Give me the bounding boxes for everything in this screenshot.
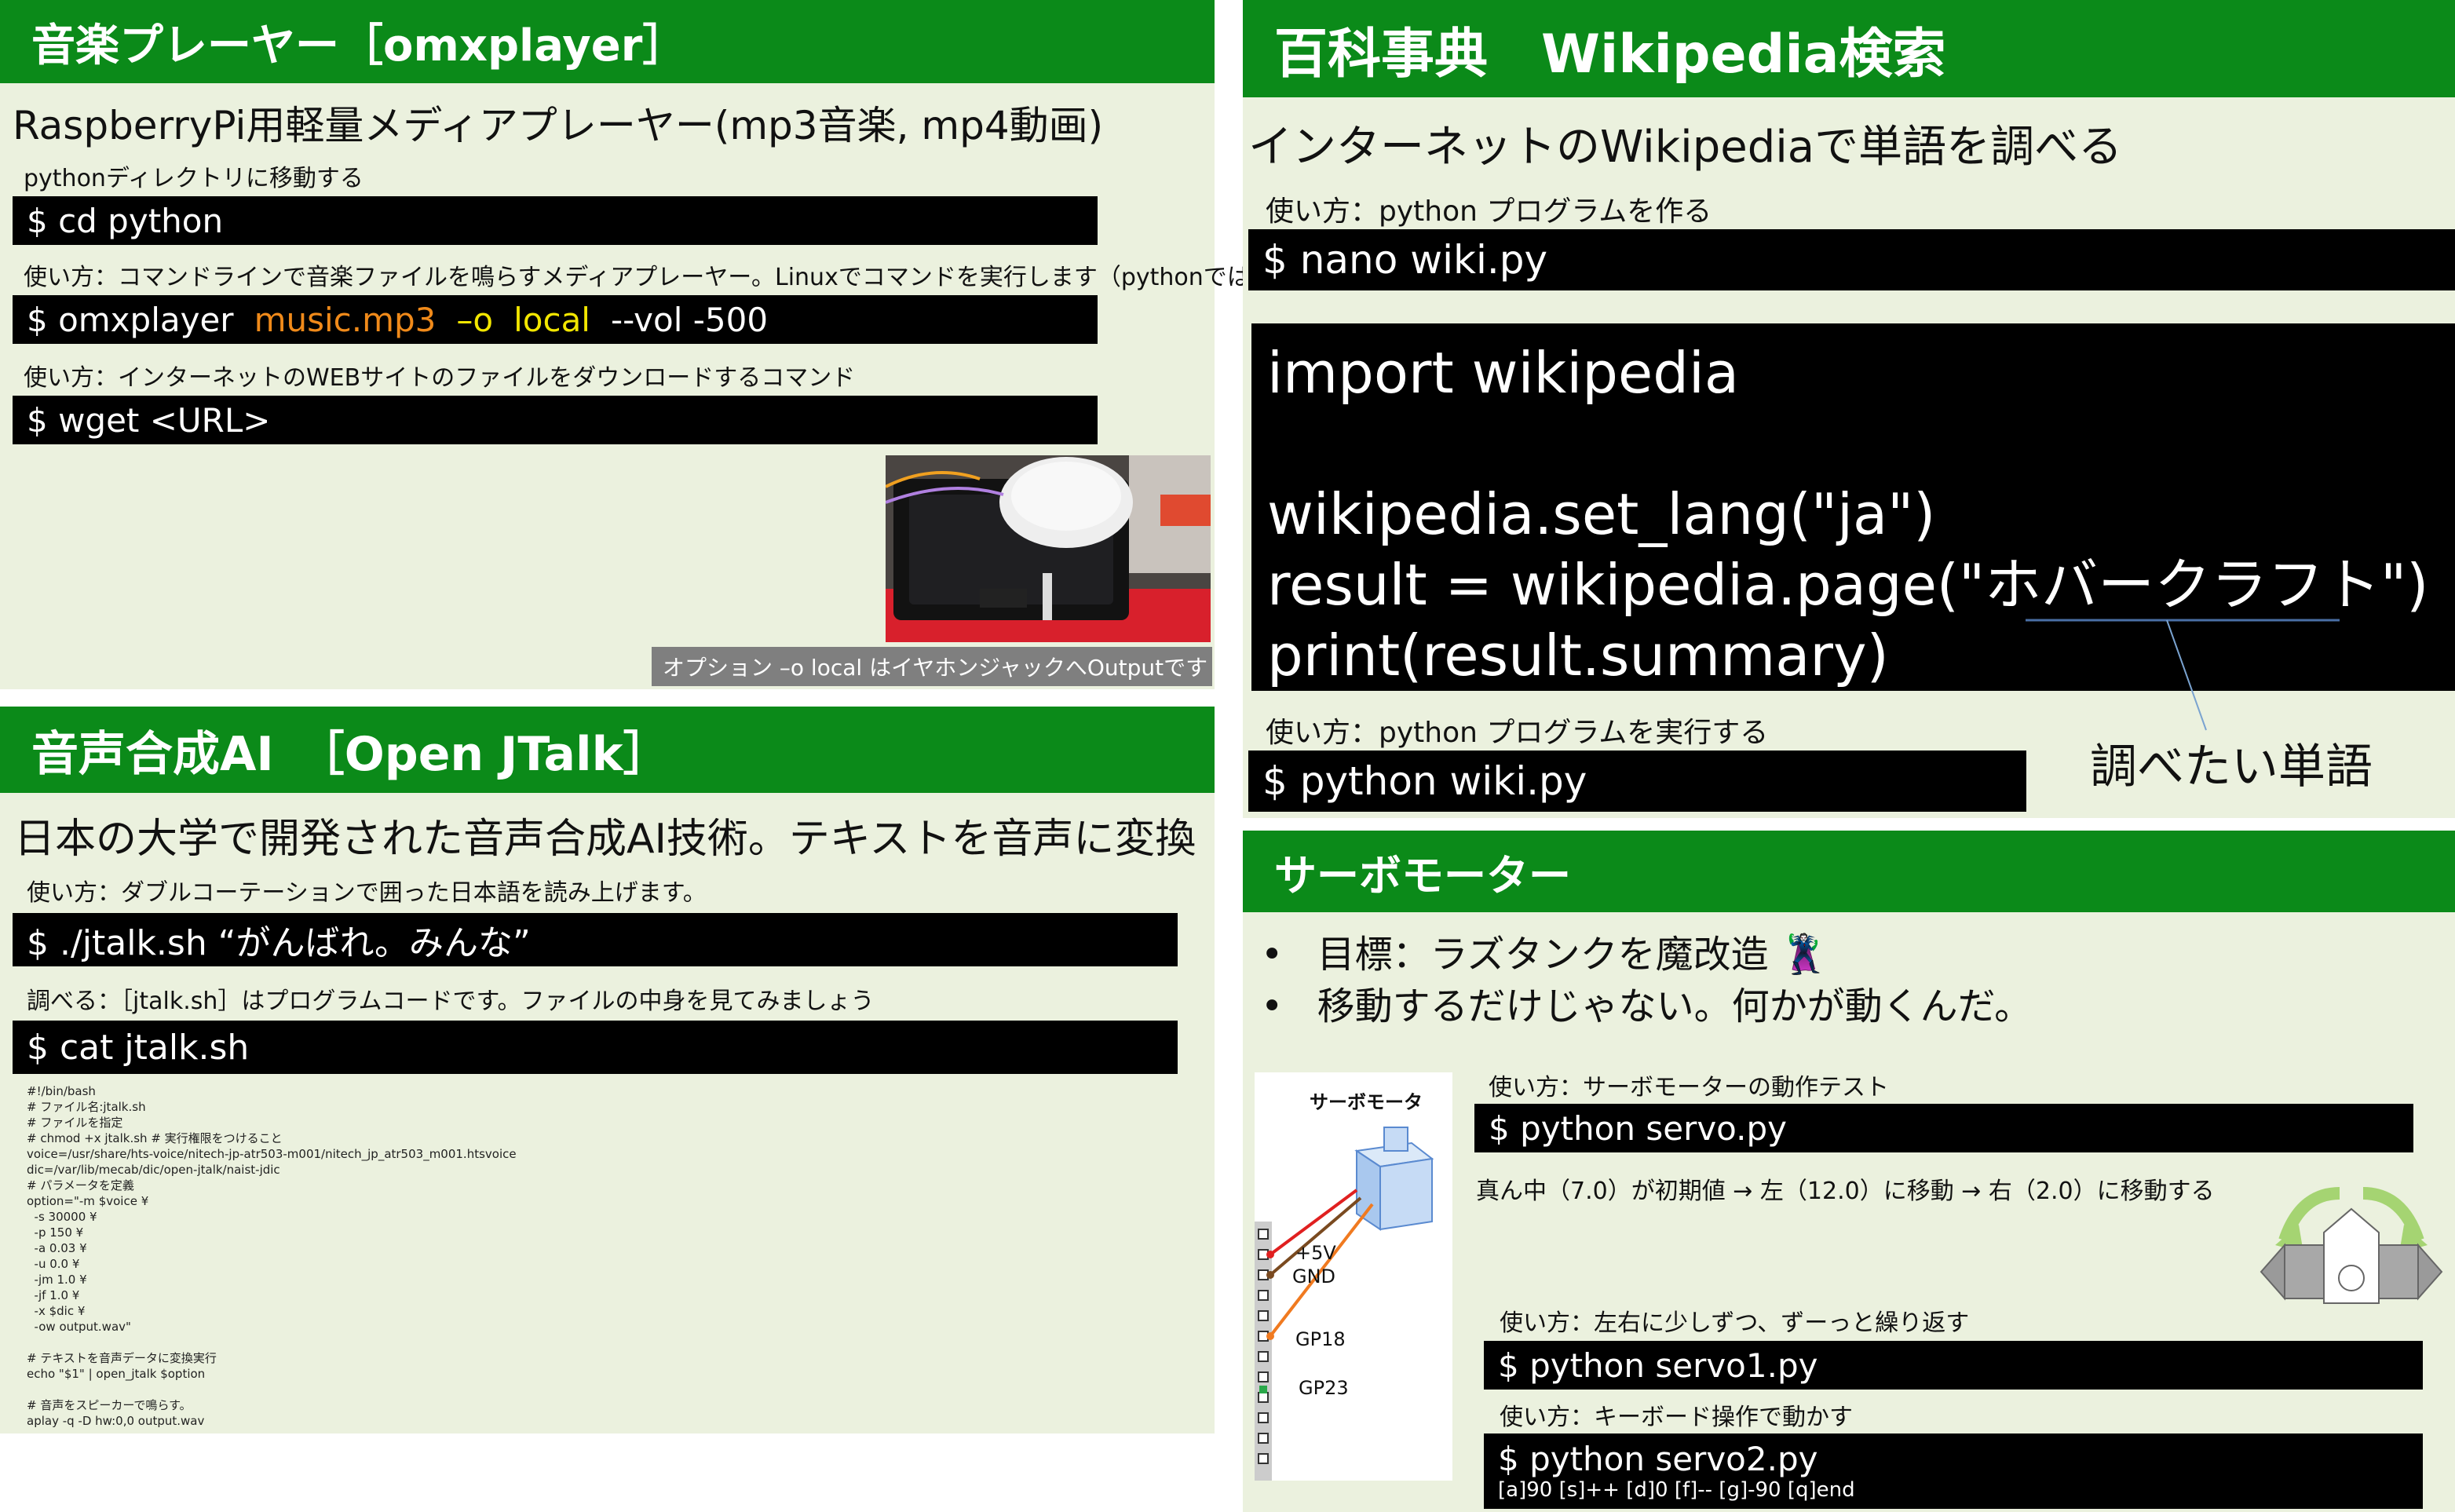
cmd-servo1-text: $ python servo1.py — [1498, 1346, 1818, 1385]
cmd-servo[interactable]: $ python servo.py — [1474, 1104, 2413, 1152]
pin-label-gp18: GP18 — [1295, 1328, 1346, 1350]
servo-rotation-icon — [2260, 1187, 2443, 1304]
wiki-callout-label: 調べたい単語 — [2090, 740, 2373, 794]
wiki-title: 百科事典 Wikipedia検索 — [1274, 23, 1946, 86]
jtalk-script-listing: #!/bin/bash # ファイル名:jtalk.sh # ファイルを指定 #… — [27, 1084, 517, 1428]
servo-bullet-1-text: 目標：ラズタンクを魔改造 🦹 — [1317, 933, 1828, 977]
cmd-cd-python[interactable]: $ cd python — [13, 196, 1098, 245]
cmd-servo1[interactable]: $ python servo1.py — [1484, 1341, 2423, 1390]
cmd-omxplayer-file: music.mp3 — [254, 300, 437, 339]
bullet-dot-icon: • — [1261, 933, 1284, 977]
servo-wiring-diagram: サーボモータ +5V GND GP18 GP23 — [1255, 1072, 1452, 1481]
cmd-cat-jtalk-text: $ cat jtalk.sh — [27, 1027, 250, 1068]
cmd-omxplayer-rest: --vol -500 — [610, 300, 769, 339]
omxplayer-note-cd: pythonディレクトリに移動する — [24, 165, 364, 192]
omxplayer-note-usage: 使い方：コマンドラインで音楽ファイルを鳴らすメディアプレーヤー。Linuxでコマ… — [24, 264, 1321, 291]
code-line-import: import wikipedia — [1267, 340, 1740, 406]
servo-bullet-2-text: 移動するだけじゃない。何かが動くんだ。 — [1317, 984, 2033, 1028]
cmd-omxplayer-prefix: $ omxplayer — [27, 300, 234, 339]
omxplayer-desc: RaspberryPi用軽量メディアプレーヤー(mp3音楽, mp4動画) — [13, 103, 1104, 148]
diagram-graphics — [1255, 1127, 1434, 1481]
servo-note-loop: 使い方：左右に少しずつ、ずーっと繰り返す — [1500, 1309, 1970, 1337]
wiki-note-nano: 使い方：python プログラムを作る — [1266, 195, 1712, 228]
cmd-nano-wiki-text: $ nano wiki.py — [1262, 237, 1548, 283]
servo-bullet-1: • 目標：ラズタンクを魔改造 🦹 — [1261, 923, 1828, 978]
omxplayer-note-wget: 使い方：インターネットのWEBサイトのファイルをダウンロードするコマンド — [24, 364, 856, 392]
wiki-note-run: 使い方：python プログラムを実行する — [1266, 717, 1769, 749]
cmd-omxplayer-local: local — [513, 300, 590, 339]
code-line-result: result = wikipedia.page("ホバークラフト") — [1267, 552, 2429, 618]
bullet-dot-icon: • — [1261, 984, 1284, 1028]
cmd-servo2[interactable]: $ python servo2.py [a]90 [s]++ [d]0 [f]-… — [1484, 1433, 2423, 1509]
jtalk-note-cat: 調べる：［jtalk.sh］はプログラムコードです。ファイルの中身を見てみましょ… — [27, 988, 875, 1015]
servo-desc-test: 真ん中（7.0）が初期値 → 左（12.0）に移動 → 右（2.0）に移動する — [1476, 1178, 2215, 1205]
cmd-omxplayer-opt: –o — [456, 300, 494, 339]
cmd-jtalk-text: $ ./jtalk.sh “がんばれ。みんな” — [27, 923, 531, 963]
wiki-desc: インターネットのWikipediaで単語を調べる — [1248, 122, 2123, 173]
cmd-jtalk[interactable]: $ ./jtalk.sh “がんばれ。みんな” — [13, 913, 1178, 966]
cmd-servo-text: $ python servo.py — [1489, 1108, 1788, 1148]
photo-illustration — [886, 455, 1211, 642]
jtalk-header: 音声合成AI ［Open JTalk］ — [0, 707, 1215, 793]
cmd-omxplayer[interactable]: $ omxplayer music.mp3 –o local --vol -50… — [13, 295, 1098, 344]
pin-label-5v: +5V — [1295, 1242, 1336, 1264]
servo-bullet-2: • 移動するだけじゃない。何かが動くんだ。 — [1261, 975, 2032, 1030]
servo-note-test: 使い方：サーボモーターの動作テスト — [1489, 1074, 1889, 1101]
cmd-nano-wiki[interactable]: $ nano wiki.py — [1248, 229, 2455, 290]
wiki-header: 百科事典 Wikipedia検索 — [1243, 0, 2455, 97]
jtalk-note-usage: 使い方：ダブルコーテーションで囲った日本語を読み上げます。 — [27, 879, 707, 907]
servo-header: サーボモーター — [1243, 831, 2455, 912]
pin-label-gp23: GP23 — [1299, 1377, 1349, 1399]
cmd-python-wiki-text: $ python wiki.py — [1262, 758, 1587, 804]
cmd-servo2-keys: [a]90 [s]++ [d]0 [f]-- [g]-90 [q]end — [1498, 1478, 1855, 1502]
raspberry-pi-speaker-photo — [886, 455, 1211, 642]
servo-title: サーボモーター — [1274, 850, 1571, 900]
jtalk-title: 音声合成AI ［Open JTalk］ — [31, 726, 670, 782]
jtalk-desc: 日本の大学で開発された音声合成AI技術。テキストを音声に変換 — [14, 816, 1196, 863]
servo-note-keyboard: 使い方：キーボード操作で動かす — [1500, 1404, 1853, 1431]
option-caption: オプション –o local はイヤホンジャックへOutputです — [652, 647, 1212, 686]
omxplayer-title: 音楽プレーヤー［omxplayer］ — [31, 20, 687, 71]
cmd-servo2-text: $ python servo2.py — [1498, 1440, 1818, 1478]
cmd-wget-text: $ wget <URL> — [27, 400, 271, 440]
option-caption-text: オプション –o local はイヤホンジャックへOutputです — [663, 655, 1208, 681]
omxplayer-header: 音楽プレーヤー［omxplayer］ — [0, 0, 1215, 83]
pin-label-gnd: GND — [1292, 1265, 1336, 1287]
cmd-python-wiki[interactable]: $ python wiki.py — [1248, 751, 2026, 812]
cmd-cat-jtalk[interactable]: $ cat jtalk.sh — [13, 1021, 1178, 1074]
cmd-cd-python-text: $ cd python — [27, 201, 224, 240]
cmd-wget[interactable]: $ wget <URL> — [13, 396, 1098, 444]
code-line-setlang: wikipedia.set_lang("ja") — [1267, 481, 1936, 547]
